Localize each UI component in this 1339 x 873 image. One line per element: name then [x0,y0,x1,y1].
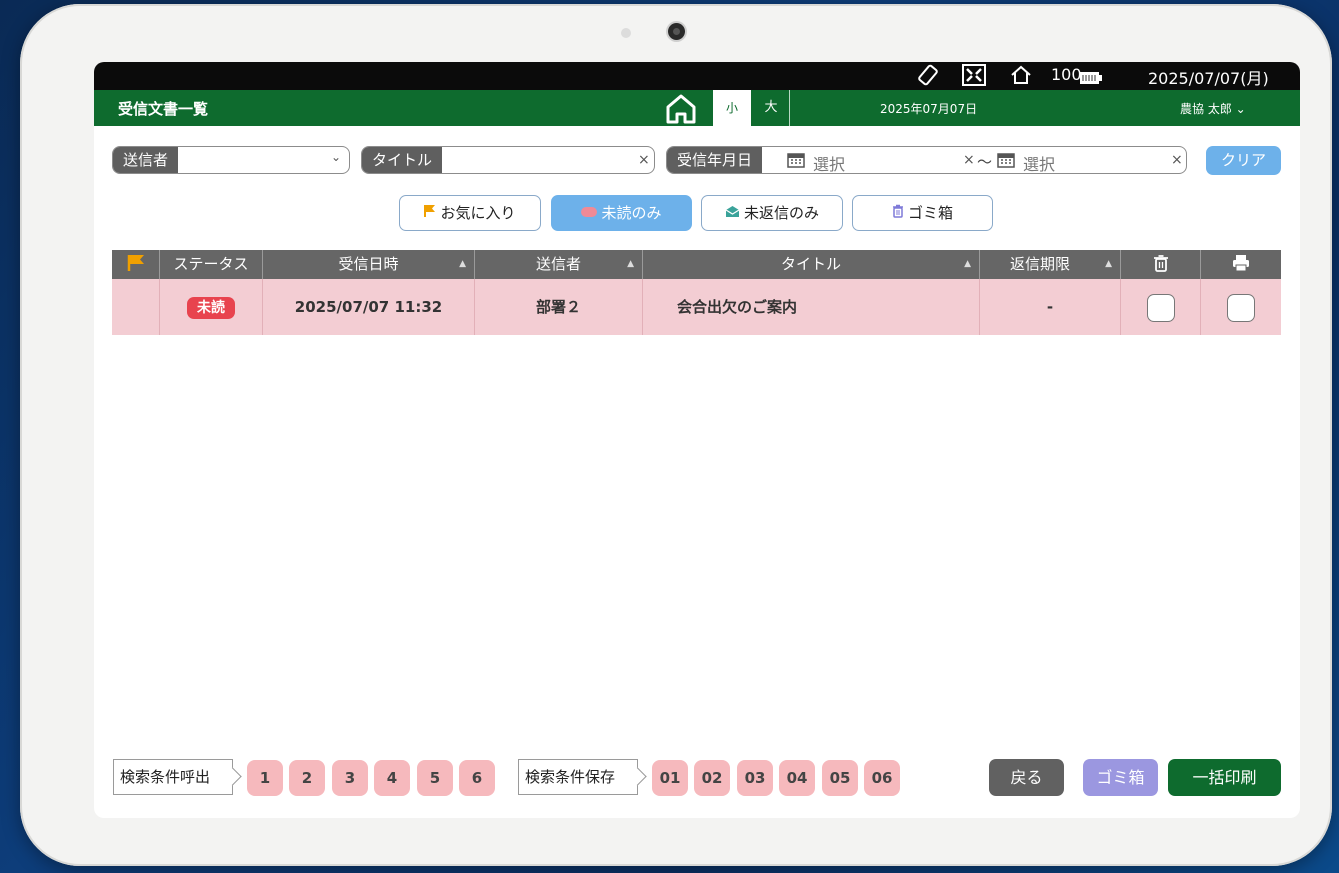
chevron-down-icon: ⌄ [331,150,342,164]
date-to-clear-icon[interactable]: × [1171,152,1183,168]
favorites-toggle[interactable]: お気に入り [399,195,541,231]
printer-icon [1232,255,1250,276]
sort-asc-icon[interactable]: ▲ [964,250,971,279]
clear-button[interactable]: クリア [1206,146,1281,175]
print-column-header [1201,250,1281,279]
favorite-column-header[interactable] [112,250,160,279]
unreplied-only-label: 未返信のみ [743,204,819,222]
status-cell: 未読 [160,279,263,335]
sender-cell: 部署２ [475,279,643,335]
date-to-placeholder: 選択 [1023,155,1056,174]
sender-filter-label: 送信者 [113,147,179,173]
received-date-label: 受信年月日 [667,147,763,173]
date-from-placeholder: 選択 [813,155,846,174]
sender-column-header[interactable]: 送信者 ▲ [475,250,643,279]
table-row[interactable]: 未読 2025/07/07 11:32 部署２ 会合出欠のご案内 - [112,279,1281,335]
favorites-label: お気に入り [440,204,516,222]
flag-icon [424,196,436,230]
trash-column-header [1121,250,1201,279]
print-checkbox-cell [1201,279,1281,335]
chevron-down-icon: ⌄ [1235,102,1246,116]
trash-button[interactable]: ゴミ箱 [1083,759,1158,796]
load-slot-button[interactable]: 4 [374,760,410,796]
reply-deadline-cell: - [980,279,1121,335]
date-range-tilde: 〜 [977,153,993,171]
front-camera [668,23,685,40]
calendar-icon[interactable] [787,152,805,172]
save-slot-button[interactable]: 02 [694,760,730,796]
title-column-header[interactable]: タイトル ▲ [643,250,980,279]
save-slot-button[interactable]: 05 [822,760,858,796]
sender-header-label: 送信者 [535,255,581,273]
envelope-icon [725,196,740,230]
received-at-cell: 2025/07/07 11:32 [263,279,475,335]
sort-asc-icon[interactable]: ▲ [459,250,466,279]
back-button[interactable]: 戻る [989,759,1064,796]
reply-deadline-column-header[interactable]: 返信期限 ▲ [980,250,1121,279]
unread-only-label: 未読のみ [601,204,662,222]
trash-toggle-label: ゴミ箱 [907,204,953,222]
save-slot-button[interactable]: 04 [779,760,815,796]
load-slot-button[interactable]: 1 [247,760,283,796]
trash-icon [1153,255,1169,276]
light-sensor [621,28,631,38]
battery-level: 100 [1051,65,1082,84]
save-slot-button[interactable]: 03 [737,760,773,796]
load-slot-button[interactable]: 2 [289,760,325,796]
screen: 100 2025/07/07(月) 受信文書一覧 小 大 2025年07月07日… [94,62,1300,818]
app-bar: 受信文書一覧 小 大 2025年07月07日 農協 太郎 ⌄ [94,90,1300,126]
reply-deadline-header-label: 返信期限 [1009,255,1070,273]
title-filter[interactable]: タイトル × [361,146,655,174]
load-conditions-label: 検索条件呼出 [113,759,233,795]
tablet-frame: 100 2025/07/07(月) 受信文書一覧 小 大 2025年07月07日… [20,4,1332,866]
page-title: 受信文書一覧 [118,100,209,118]
unread-dot-icon [581,196,598,230]
title-cell[interactable]: 会合出欠のご案内 [643,279,980,335]
load-slot-button[interactable]: 6 [459,760,495,796]
unread-only-toggle[interactable]: 未読のみ [551,195,692,231]
favorite-cell[interactable] [112,279,160,335]
current-date: 2025年07月07日 [880,102,978,116]
status-column-header[interactable]: ステータス [160,250,263,279]
sort-asc-icon[interactable]: ▲ [1105,250,1112,279]
battery-icon [1080,69,1102,88]
trash-checkbox[interactable] [1146,293,1175,322]
load-slot-button[interactable]: 5 [417,760,453,796]
unread-status-badge: 未読 [187,296,235,319]
home-icon[interactable] [1010,65,1032,89]
save-slot-button[interactable]: 01 [652,760,688,796]
status-bar: 100 2025/07/07(月) [94,62,1300,90]
received-date-filter[interactable]: 受信年月日 選択 × 〜 選択 × [666,146,1187,174]
print-checkbox[interactable] [1227,293,1255,322]
load-slot-button[interactable]: 3 [332,760,368,796]
date-from-clear-icon[interactable]: × [963,152,975,168]
unreplied-only-toggle[interactable]: 未返信のみ [701,195,843,231]
save-slot-button[interactable]: 06 [864,760,900,796]
trash-toggle[interactable]: ゴミ箱 [852,195,993,231]
received-at-column-header[interactable]: 受信日時 ▲ [263,250,475,279]
user-name: 農協 太郎 [1180,102,1232,116]
received-at-header-label: 受信日時 [338,255,399,273]
font-size-large-button[interactable]: 大 [753,90,790,126]
save-conditions-label: 検索条件保存 [518,759,638,795]
user-menu[interactable]: 農協 太郎 ⌄ [1180,100,1246,117]
sender-filter[interactable]: 送信者 ⌄ [112,146,350,174]
status-datetime: 2025/07/07(月) [1148,69,1269,88]
title-header-label: タイトル [780,255,841,273]
calendar-icon[interactable] [997,152,1015,172]
rotate-icon[interactable] [917,64,939,90]
bulk-print-button[interactable]: 一括印刷 [1168,759,1281,796]
title-filter-label: タイトル [362,147,443,173]
home-button[interactable] [664,92,698,124]
trash-checkbox-cell [1121,279,1201,335]
table-header: ステータス 受信日時 ▲ 送信者 ▲ タイトル ▲ 返信期限 ▲ [112,250,1281,279]
sort-asc-icon[interactable]: ▲ [627,250,634,279]
flag-icon [127,255,145,276]
trash-icon [892,196,904,230]
fullscreen-icon[interactable] [962,64,986,90]
font-size-small-button[interactable]: 小 [713,90,751,126]
title-clear-icon[interactable]: × [638,152,650,168]
